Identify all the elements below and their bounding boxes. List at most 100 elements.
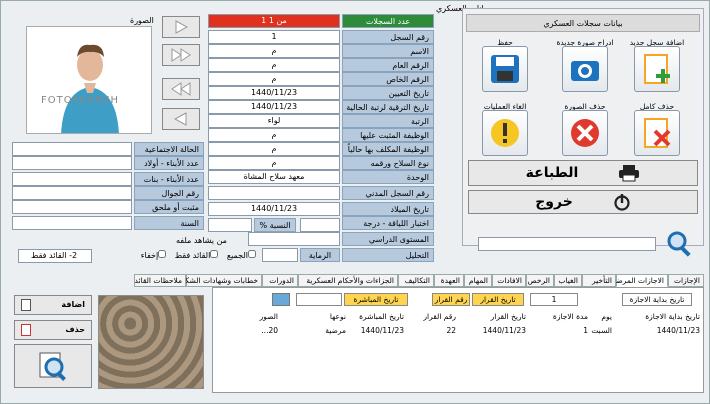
delete-photo-icon xyxy=(571,119,599,147)
sort-select[interactable]: تاريخ بداية الاجازة xyxy=(622,293,692,306)
option-commander[interactable]: القائد فقط xyxy=(175,250,219,260)
option-hide-checkbox[interactable] xyxy=(158,250,167,258)
tab-9[interactable]: الجزاءات والأحكام العسكرية xyxy=(298,274,398,287)
table-cell-6[interactable]: مرضية xyxy=(325,326,346,335)
tab-1[interactable]: الاجازات المرضية xyxy=(610,274,668,287)
form-field-6[interactable]: لواء xyxy=(208,114,340,128)
tile-button-5[interactable] xyxy=(482,110,528,156)
table-header-6: نوعها xyxy=(329,312,346,321)
panel-title-text: بيانات سجلات العسكري xyxy=(543,19,623,28)
form-field-11[interactable] xyxy=(208,186,340,200)
table-cell-7[interactable]: 20... xyxy=(261,326,278,335)
tile-button-1[interactable] xyxy=(562,46,608,92)
table-cell-3[interactable]: 1440/11/23 xyxy=(483,326,526,335)
form-label-4: تاريخ التعيين xyxy=(342,86,434,100)
table-header-4: رقم القرار xyxy=(423,312,456,321)
table-cell-2[interactable]: 1 xyxy=(583,326,588,335)
table-header-7: الصور xyxy=(259,312,278,321)
tab-3[interactable]: الغياب xyxy=(554,274,582,287)
table-cell-4[interactable]: 22 xyxy=(446,326,456,335)
left-label-2: عدد الأبناء - بنات xyxy=(134,172,204,186)
person-avatar-icon xyxy=(61,44,119,133)
form-field-3[interactable]: م xyxy=(208,72,340,86)
count-select[interactable]: 1 xyxy=(530,293,578,306)
power-icon xyxy=(614,194,630,211)
tile-button-2[interactable] xyxy=(482,46,528,92)
form-label-3: الرقم الخاص xyxy=(342,72,434,86)
save-icon xyxy=(491,55,519,83)
form-field-1[interactable]: م xyxy=(208,44,340,58)
left-field-4[interactable] xyxy=(12,200,132,214)
photo-filter-icon[interactable] xyxy=(272,293,290,306)
option-commander-checkbox[interactable] xyxy=(210,250,219,258)
shooting-field[interactable] xyxy=(262,248,298,262)
left-field-5[interactable] xyxy=(12,216,132,230)
attachment-image xyxy=(98,295,204,389)
prev-record-button[interactable] xyxy=(162,108,200,130)
tab-12[interactable]: ملاحظات القائد xyxy=(134,274,186,287)
tab-5[interactable]: الافادات xyxy=(492,274,526,287)
tab-8[interactable]: التكاليف xyxy=(398,274,434,287)
viewer-select-value: 2- القائد فقط xyxy=(31,251,78,260)
fitness-grade-field[interactable] xyxy=(300,218,340,232)
left-label-5: السنة xyxy=(134,216,204,230)
tab-10[interactable]: الدورات xyxy=(262,274,298,287)
preview-button[interactable] xyxy=(14,344,92,388)
left-field-3[interactable] xyxy=(12,186,132,200)
exit-button[interactable]: خروج xyxy=(468,190,698,214)
filter-decision-number[interactable]: رقم القرار xyxy=(432,293,470,306)
tab-11[interactable]: خطابات وشهادات الشكر xyxy=(181,274,262,287)
tab-2[interactable]: التأخير xyxy=(582,274,616,287)
first-record-button[interactable] xyxy=(162,78,200,100)
search-input[interactable] xyxy=(478,237,656,251)
filter-decision-date[interactable]: تاريخ القرار xyxy=(472,293,524,306)
left-field-0[interactable] xyxy=(12,142,132,156)
form-field-0[interactable]: 1 xyxy=(208,30,340,44)
form-field-5[interactable]: 1440/11/23 xyxy=(208,100,340,114)
filter-start-date-label: تاريخ المباشرة xyxy=(353,295,399,304)
photo-label: الصورة xyxy=(130,16,154,25)
tile-button-3[interactable] xyxy=(634,110,680,156)
filter-start-date[interactable]: تاريخ المباشرة xyxy=(344,293,408,306)
form-label-2: الرقم العام xyxy=(342,58,434,72)
filter-extra-select[interactable] xyxy=(296,293,342,306)
left-field-2[interactable] xyxy=(12,172,132,186)
form-field-10[interactable]: معهد سلاح المشاة xyxy=(208,170,340,184)
form-field-7[interactable]: م xyxy=(208,128,340,142)
delete-label: حذف xyxy=(65,325,85,334)
exit-label: خروج xyxy=(535,194,573,210)
form-field-2[interactable]: م xyxy=(208,58,340,72)
record-count-label: عدد السجلات xyxy=(342,14,434,28)
percent-field[interactable] xyxy=(208,218,252,232)
search-button[interactable] xyxy=(662,228,698,260)
add-button[interactable]: اضافة xyxy=(14,295,92,315)
option-all[interactable]: الجميع xyxy=(227,250,256,260)
table-cell-5[interactable]: 1440/11/23 xyxy=(361,326,404,335)
form-field-14[interactable] xyxy=(248,232,340,246)
shooting-label: الرماية xyxy=(300,248,340,262)
form-field-9[interactable]: م xyxy=(208,156,340,170)
tab-4[interactable]: الرخص xyxy=(526,274,554,287)
form-label-0: رقم السجل xyxy=(342,30,434,44)
form-field-12[interactable]: 1440/11/23 xyxy=(208,202,340,216)
table-cell-0[interactable]: 1440/11/23 xyxy=(657,326,700,335)
next-record-button[interactable] xyxy=(162,16,200,38)
filter-decision-date-label: تاريخ القرار xyxy=(480,295,516,304)
tab-6[interactable]: المهام xyxy=(464,274,492,287)
viewer-select[interactable]: 2- القائد فقط xyxy=(18,249,92,263)
delete-file-icon xyxy=(644,118,671,148)
delete-button[interactable]: حذف xyxy=(14,320,92,340)
tab-0[interactable]: الإجازات xyxy=(668,274,704,287)
table-header-1: يوم xyxy=(601,312,612,321)
form-field-4[interactable]: 1440/11/23 xyxy=(208,86,340,100)
last-record-button[interactable] xyxy=(162,44,200,66)
print-button[interactable]: الطباعة xyxy=(468,160,698,186)
form-field-8[interactable]: م xyxy=(208,142,340,156)
option-hide[interactable]: إخفاء xyxy=(141,250,167,260)
tile-button-4[interactable] xyxy=(562,110,608,156)
left-field-1[interactable] xyxy=(12,156,132,170)
table-cell-1[interactable]: السبت xyxy=(591,326,612,335)
tile-button-0[interactable] xyxy=(634,46,680,92)
tab-7[interactable]: العهدة xyxy=(434,274,464,287)
option-all-checkbox[interactable] xyxy=(248,250,256,258)
